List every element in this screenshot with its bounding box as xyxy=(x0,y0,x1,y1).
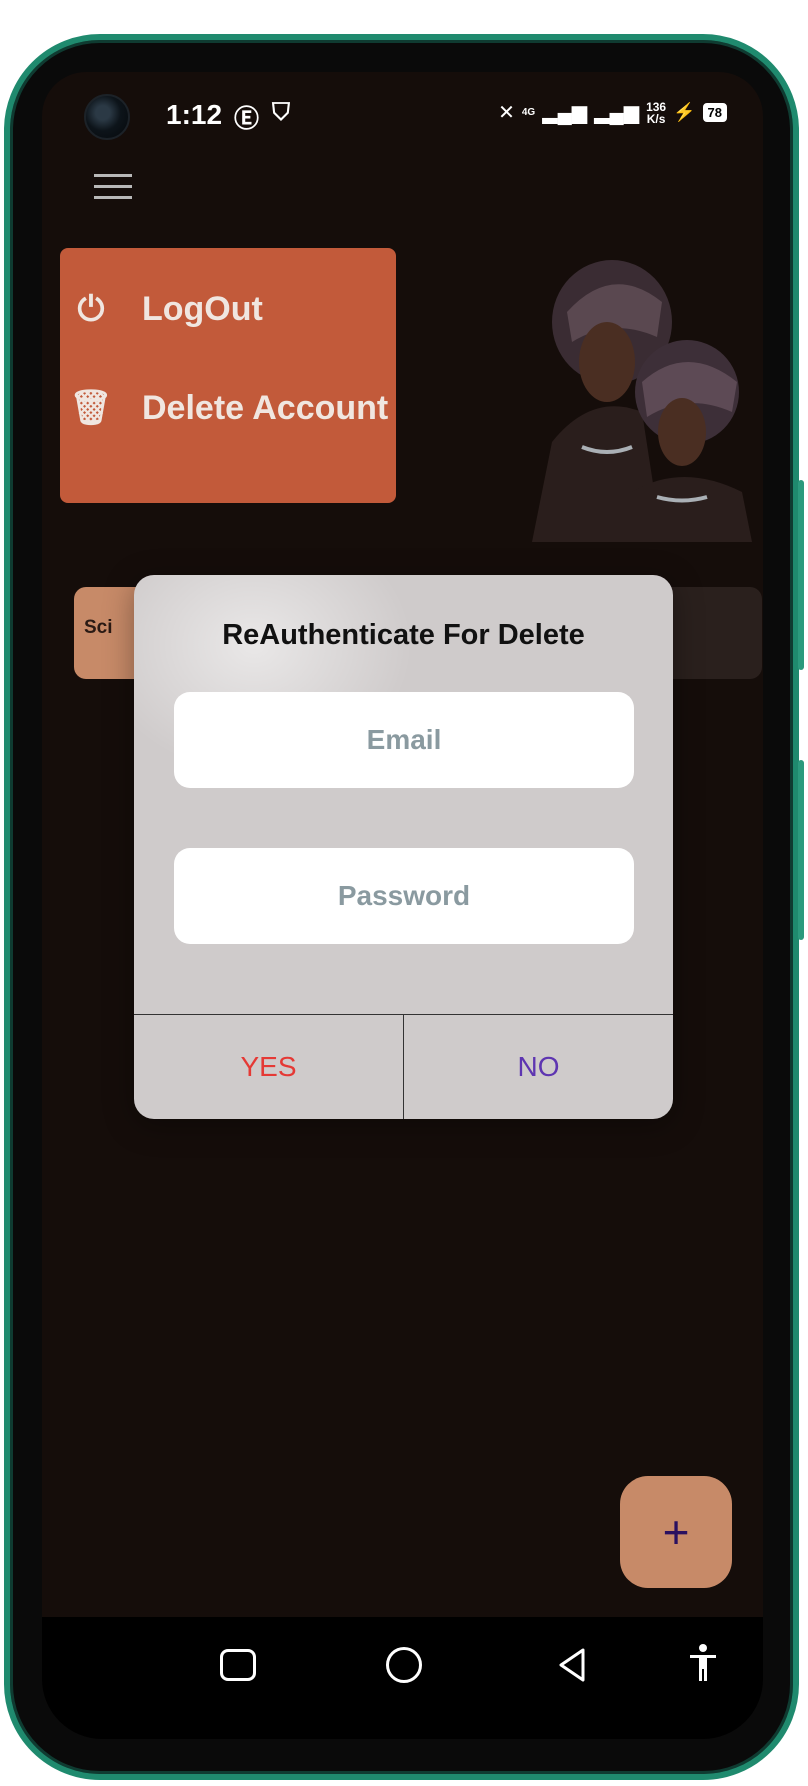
menu-item-logout[interactable]: ⏻ LogOut xyxy=(60,290,263,329)
trash-icon: 🗑 xyxy=(69,389,113,427)
add-button[interactable]: + xyxy=(620,1476,732,1588)
network-speed: 136 K/s xyxy=(646,101,666,125)
dnd-icon: Ⓔ xyxy=(234,105,260,133)
dialog-actions: YES NO xyxy=(134,1014,673,1119)
clock: 1:12 xyxy=(166,99,223,130)
menu-item-label: Delete Account xyxy=(142,388,389,427)
volume-button xyxy=(798,480,804,670)
yes-button[interactable]: YES xyxy=(134,1015,404,1119)
menu-item-delete-account[interactable]: 🗑 Delete Account xyxy=(60,388,388,428)
dialog-title: ReAuthenticate For Delete xyxy=(222,619,585,651)
back-icon[interactable] xyxy=(557,1647,587,1683)
power-icon: ⏻ xyxy=(77,290,105,328)
no-button[interactable]: NO xyxy=(404,1015,673,1119)
recent-apps-icon[interactable] xyxy=(220,1649,256,1681)
menu-item-label: LogOut xyxy=(142,290,263,328)
options-menu: ⏻ LogOut 🗑 Delete Account xyxy=(60,248,396,503)
signal-icon-1: ▂▄▆ xyxy=(542,102,588,124)
accessibility-icon[interactable] xyxy=(688,1643,718,1683)
password-field[interactable]: Password xyxy=(174,848,634,944)
power-button xyxy=(798,760,804,940)
charging-icon: ⚡ xyxy=(673,102,696,122)
mute-notification-icon: ✕ xyxy=(498,102,515,124)
home-icon[interactable] xyxy=(386,1647,422,1683)
navigation-bar xyxy=(42,1617,763,1739)
network-type: 4G xyxy=(521,107,536,118)
battery-level: 78 xyxy=(702,103,727,122)
chip-label: Sci xyxy=(84,617,113,638)
email-field[interactable]: Email xyxy=(174,692,634,788)
front-camera xyxy=(84,94,130,140)
menu-icon[interactable] xyxy=(94,174,132,207)
signal-icon-2: ▂▄▆ xyxy=(594,102,640,124)
speed-unit: K/s xyxy=(646,111,666,126)
reauth-dialog: ReAuthenticate For Delete Email Password… xyxy=(134,575,673,1119)
shield-icon: ⛉ xyxy=(272,99,290,126)
system-icons: ✕ 4G ▂▄▆ ▂▄▆ 136 K/s ⚡ 78 xyxy=(498,100,727,125)
status-bar: 1:12 Ⓔ ⛉ ✕ 4G ▂▄▆ ▂▄▆ 136 K/s ⚡ 78 xyxy=(42,72,763,158)
profile-artwork xyxy=(532,260,752,542)
